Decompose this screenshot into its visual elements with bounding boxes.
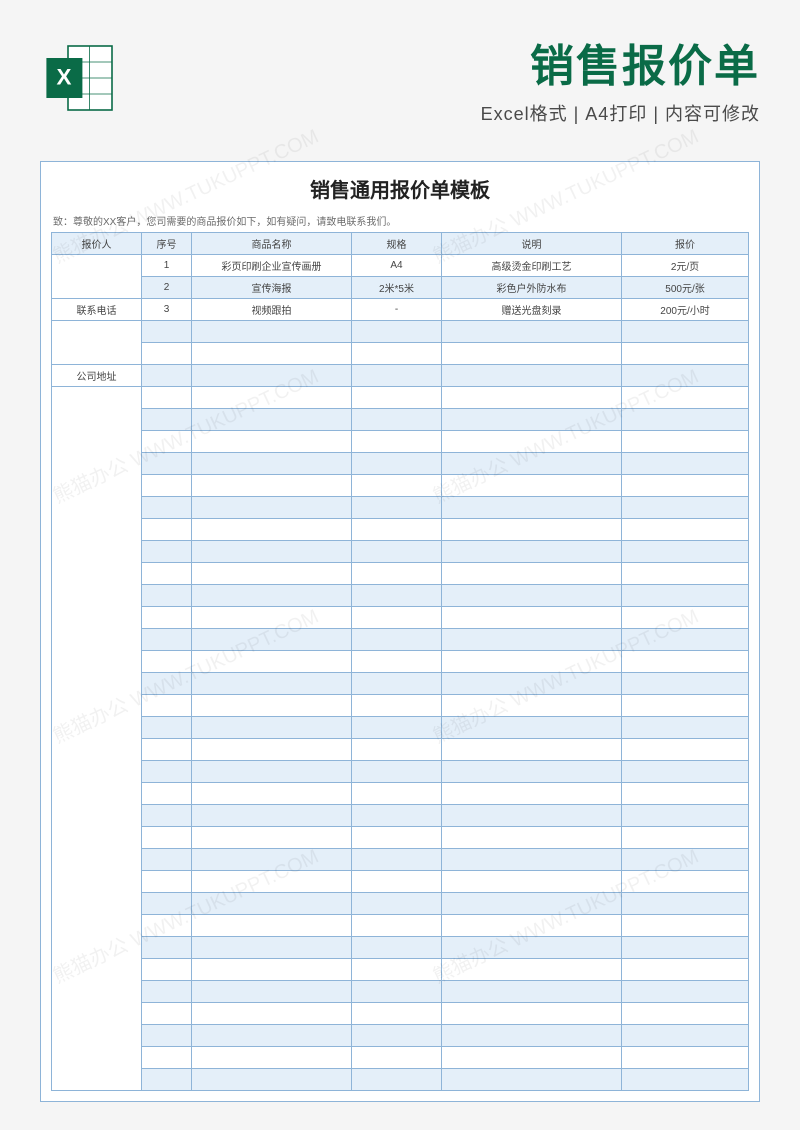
cell-desc: 高级烫金印刷工艺 bbox=[442, 255, 622, 277]
cell-name: 视频跟拍 bbox=[192, 299, 352, 321]
table-row bbox=[52, 321, 749, 343]
table-row: 公司地址 bbox=[52, 365, 749, 387]
cell-name: 宣传海报 bbox=[192, 277, 352, 299]
table-row bbox=[52, 761, 749, 783]
table-row bbox=[52, 651, 749, 673]
table-row bbox=[52, 1069, 749, 1091]
table-row: 联系电话 3 视频跟拍 - 赠送光盘刻录 200元/小时 bbox=[52, 299, 749, 321]
intro-text: 致：尊敬的XX客户，您司需要的商品报价如下，如有疑问，请致电联系我们。 bbox=[51, 213, 749, 228]
cell-seq: 1 bbox=[142, 255, 192, 277]
table-row bbox=[52, 519, 749, 541]
table-row bbox=[52, 849, 749, 871]
table-row: 1 彩页印刷企业宣传画册 A4 高级烫金印刷工艺 2元/页 bbox=[52, 255, 749, 277]
table-row bbox=[52, 673, 749, 695]
table-row bbox=[52, 497, 749, 519]
table-row bbox=[52, 585, 749, 607]
table-row bbox=[52, 1025, 749, 1047]
left-label-quoter: 报价人 bbox=[52, 233, 142, 255]
table-row bbox=[52, 629, 749, 651]
table-row bbox=[52, 739, 749, 761]
table-row bbox=[52, 695, 749, 717]
left-label-address: 公司地址 bbox=[52, 365, 142, 387]
table-row bbox=[52, 783, 749, 805]
table-row: 2 宣传海报 2米*5米 彩色户外防水布 500元/张 bbox=[52, 277, 749, 299]
excel-icon: X bbox=[40, 38, 120, 118]
form-title: 销售通用报价单模板 bbox=[51, 174, 749, 203]
table-row bbox=[52, 387, 749, 409]
svg-text:X: X bbox=[57, 64, 72, 89]
cell-desc: 赠送光盘刻录 bbox=[442, 299, 622, 321]
cell-desc: 彩色户外防水布 bbox=[442, 277, 622, 299]
table-row bbox=[52, 827, 749, 849]
table-row bbox=[52, 431, 749, 453]
header: X 销售报价单 Excel格式 | A4打印 | 内容可修改 bbox=[0, 0, 800, 141]
template-preview: 销售通用报价单模板 致：尊敬的XX客户，您司需要的商品报价如下，如有疑问，请致电… bbox=[40, 161, 760, 1102]
table-row bbox=[52, 959, 749, 981]
table-row bbox=[52, 1003, 749, 1025]
left-blank bbox=[52, 321, 142, 365]
cell-seq: 2 bbox=[142, 277, 192, 299]
table-row bbox=[52, 563, 749, 585]
table-row bbox=[52, 981, 749, 1003]
table-row bbox=[52, 915, 749, 937]
table-row bbox=[52, 343, 749, 365]
table-row bbox=[52, 937, 749, 959]
table-row bbox=[52, 453, 749, 475]
quote-table: 报价人 序号 商品名称 规格 说明 报价 1 彩页印刷企业宣传画册 A4 高级烫… bbox=[51, 232, 749, 1091]
left-blank bbox=[52, 255, 142, 299]
table-row bbox=[52, 871, 749, 893]
cell-seq: 3 bbox=[142, 299, 192, 321]
left-blank bbox=[52, 387, 142, 1091]
table-row bbox=[52, 607, 749, 629]
cell-price: 200元/小时 bbox=[622, 299, 749, 321]
table-row bbox=[52, 805, 749, 827]
table-row bbox=[52, 717, 749, 739]
cell-spec: 2米*5米 bbox=[352, 277, 442, 299]
col-header-seq: 序号 bbox=[142, 233, 192, 255]
table-row bbox=[52, 475, 749, 497]
table-row bbox=[52, 893, 749, 915]
page-title: 销售报价单 bbox=[120, 30, 760, 94]
col-header-name: 商品名称 bbox=[192, 233, 352, 255]
table-row bbox=[52, 1047, 749, 1069]
cell-name: 彩页印刷企业宣传画册 bbox=[192, 255, 352, 277]
cell-spec: - bbox=[352, 299, 442, 321]
cell-spec: A4 bbox=[352, 255, 442, 277]
table-row bbox=[52, 409, 749, 431]
page-subtitle: Excel格式 | A4打印 | 内容可修改 bbox=[120, 100, 760, 126]
col-header-price: 报价 bbox=[622, 233, 749, 255]
cell-price: 2元/页 bbox=[622, 255, 749, 277]
table-row bbox=[52, 541, 749, 563]
col-header-spec: 规格 bbox=[352, 233, 442, 255]
cell-price: 500元/张 bbox=[622, 277, 749, 299]
col-header-desc: 说明 bbox=[442, 233, 622, 255]
left-label-phone: 联系电话 bbox=[52, 299, 142, 321]
